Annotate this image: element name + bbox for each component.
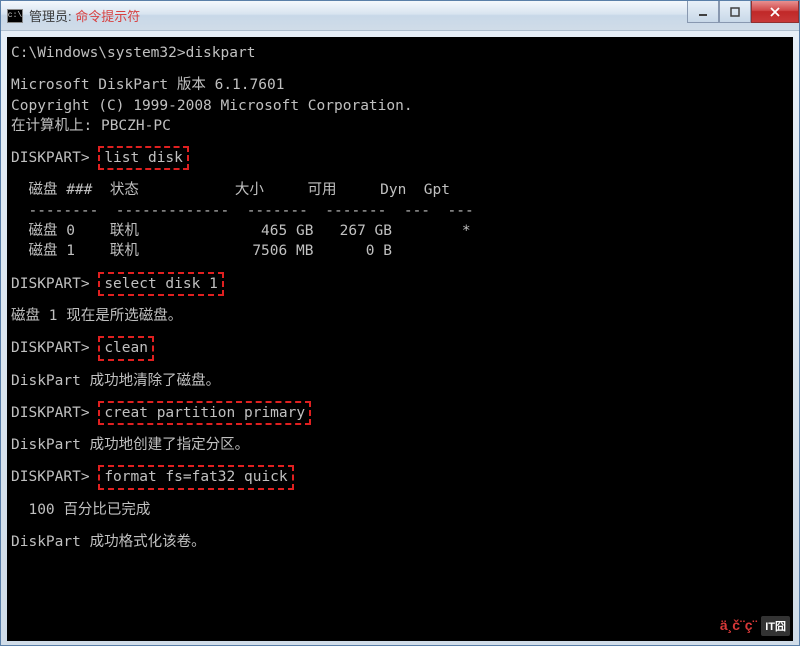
cmd-clean: DISKPART> clean [11, 338, 789, 358]
progress: 100 百分比已完成 [11, 500, 789, 520]
watermark: ä¸č¨ç¨IT囧 [720, 616, 790, 636]
watermark-logo: IT囧 [761, 616, 790, 636]
window-title: 管理员: 命令提示符 [29, 6, 140, 25]
table-sep: -------- ------------- ------- ------- -… [11, 201, 789, 221]
cmd-icon: c:\ [7, 9, 23, 23]
highlight-select-disk: select disk 1 [98, 272, 224, 296]
response-clean: DiskPart 成功地清除了磁盘。 [11, 371, 789, 391]
diskpart-version: Microsoft DiskPart 版本 6.1.7601 [11, 75, 789, 95]
table-row: 磁盘 1 联机 7506 MB 0 B [11, 241, 789, 261]
response-create: DiskPart 成功地创建了指定分区。 [11, 435, 789, 455]
window-controls [687, 1, 799, 23]
copyright: Copyright (C) 1999-2008 Microsoft Corpor… [11, 96, 789, 116]
prompt-line: C:\Windows\system32>diskpart [11, 43, 789, 63]
highlight-list-disk: list disk [98, 146, 189, 170]
maximize-button[interactable] [719, 1, 751, 23]
computer-name: 在计算机上: PBCZH-PC [11, 116, 789, 136]
highlight-clean: clean [98, 336, 154, 360]
cmd-create-partition: DISKPART> creat partition primary [11, 403, 789, 423]
response-format: DiskPart 成功格式化该卷。 [11, 532, 789, 552]
cmd-select-disk: DISKPART> select disk 1 [11, 274, 789, 294]
response-select: 磁盘 1 现在是所选磁盘。 [11, 306, 789, 326]
terminal-output[interactable]: C:\Windows\system32>diskpart Microsoft D… [7, 37, 793, 641]
table-header: 磁盘 ### 状态 大小 可用 Dyn Gpt [11, 180, 789, 200]
highlight-format: format fs=fat32 quick [98, 465, 293, 489]
cmd-list-disk: DISKPART> list disk [11, 148, 789, 168]
app-window: c:\ 管理员: 命令提示符 C:\Windows\system32>diskp… [0, 0, 800, 646]
table-row: 磁盘 0 联机 465 GB 267 GB * [11, 221, 789, 241]
cmd-format: DISKPART> format fs=fat32 quick [11, 467, 789, 487]
highlight-create-partition: creat partition primary [98, 401, 311, 425]
minimize-button[interactable] [687, 1, 719, 23]
close-button[interactable] [751, 1, 799, 23]
titlebar[interactable]: c:\ 管理员: 命令提示符 [1, 1, 799, 31]
